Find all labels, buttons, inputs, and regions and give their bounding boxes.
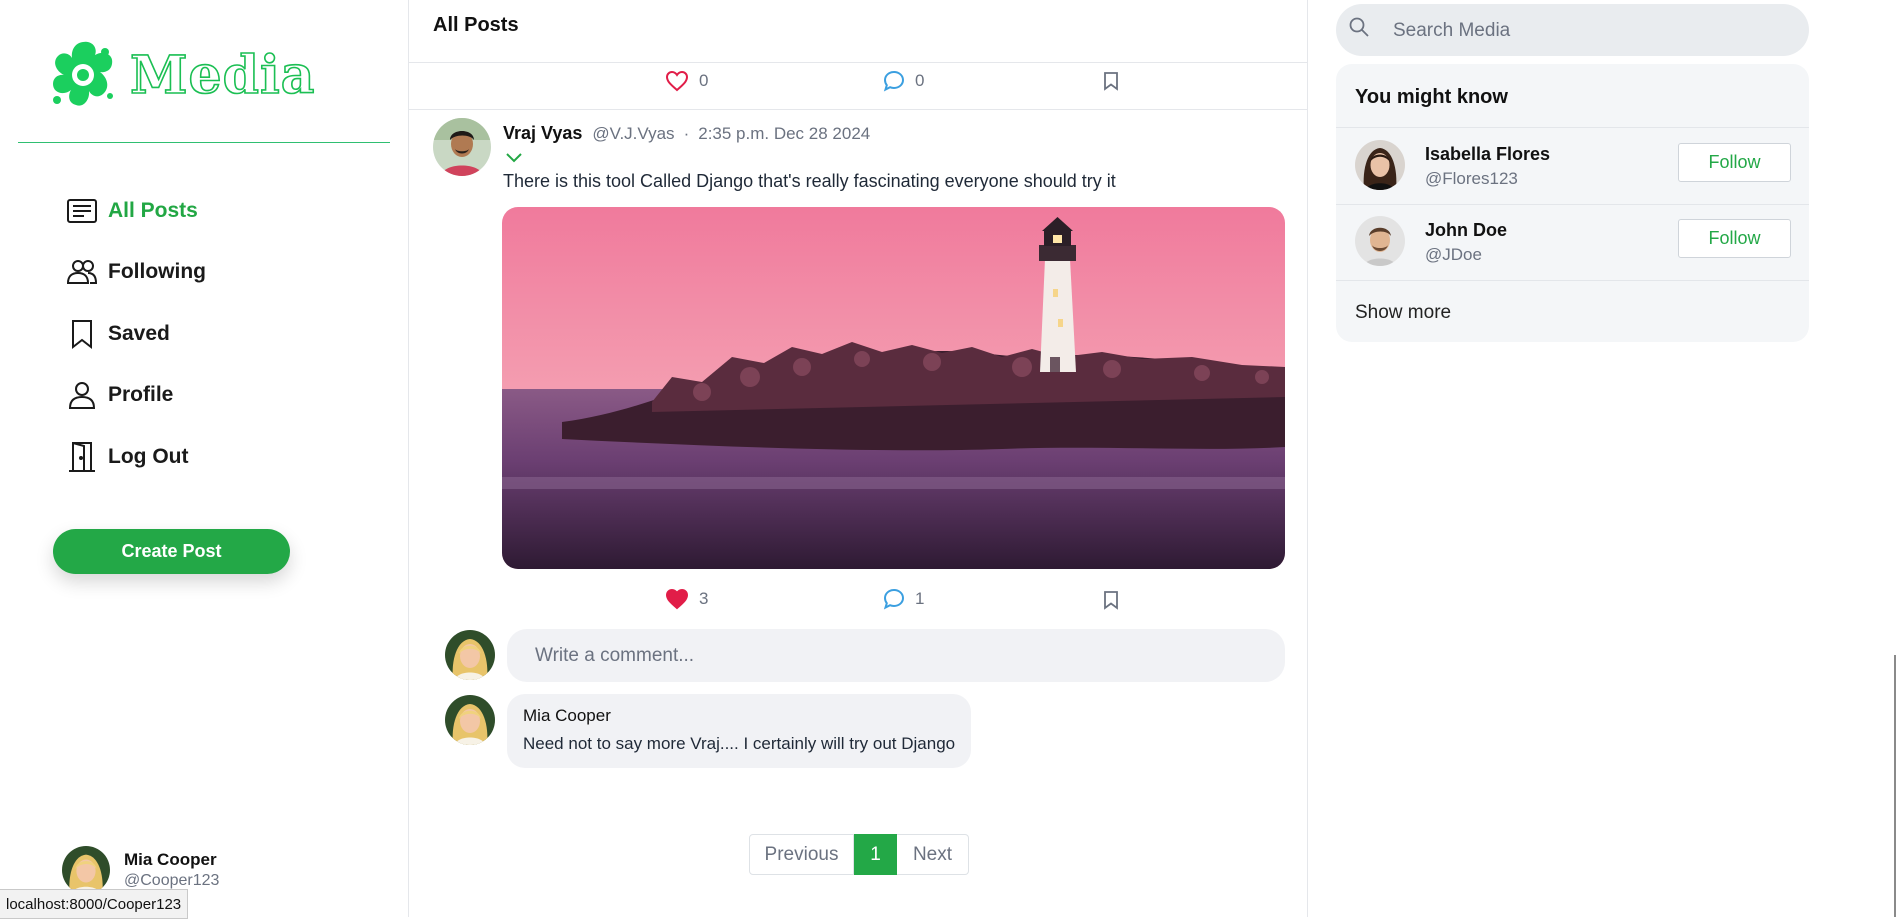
follow-button[interactable]: Follow xyxy=(1678,219,1791,258)
pagination: Previous 1 Next xyxy=(749,834,969,875)
separator-dot: · xyxy=(683,124,690,143)
bookmark-icon xyxy=(72,319,92,349)
chevron-down-icon[interactable] xyxy=(505,152,523,164)
comment-button[interactable]: 0 xyxy=(883,70,924,92)
suggestion-name[interactable]: John Doe xyxy=(1425,220,1507,241)
left-sidebar: Media All Posts Following Saved Profile … xyxy=(0,0,408,917)
current-user-handle: @Cooper123 xyxy=(124,872,220,889)
post-timestamp: 2:35 p.m. Dec 28 2024 xyxy=(698,124,871,143)
comment-author-avatar[interactable] xyxy=(445,695,495,745)
heart-outline-icon xyxy=(665,70,689,92)
current-user-name: Mia Cooper xyxy=(124,850,217,869)
user-icon xyxy=(68,382,96,410)
comment-input[interactable] xyxy=(507,629,1285,682)
sidebar-item-profile[interactable]: Profile xyxy=(66,365,206,427)
post-author-avatar[interactable] xyxy=(433,118,491,176)
post-header: Vraj Vyas @V.J.Vyas · 2:35 p.m. Dec 28 2… xyxy=(503,123,870,144)
comment-bubble-icon xyxy=(883,70,905,92)
comment-bubble-icon xyxy=(883,588,905,610)
post-author-handle[interactable]: @V.J.Vyas xyxy=(592,124,674,144)
post-image[interactable] xyxy=(502,207,1285,569)
save-post-button[interactable] xyxy=(1103,71,1129,91)
current-page-number[interactable]: 1 xyxy=(854,834,897,875)
divider xyxy=(1336,127,1809,128)
sidebar-item-saved[interactable]: Saved xyxy=(66,303,206,365)
sidebar-item-all-posts[interactable]: All Posts xyxy=(66,180,206,242)
avatar[interactable] xyxy=(1355,140,1405,190)
you-might-know-panel: You might know Isabella Flores @Flores12… xyxy=(1336,64,1809,342)
avatar[interactable] xyxy=(1355,216,1405,266)
search-bar xyxy=(1336,4,1809,58)
like-button[interactable]: 3 xyxy=(665,588,708,610)
sidebar-item-label: Following xyxy=(108,260,206,284)
heart-filled-icon xyxy=(665,588,689,610)
next-page-button[interactable]: Next xyxy=(897,834,969,875)
users-icon xyxy=(66,260,98,285)
comment-button[interactable]: 1 xyxy=(883,588,924,610)
divider xyxy=(409,109,1307,110)
door-icon xyxy=(69,441,95,472)
comment-text: Need not to say more Vraj.... I certainl… xyxy=(523,734,956,753)
sidebar-nav: All Posts Following Saved Profile Log Ou… xyxy=(66,180,206,488)
comment-author-name[interactable]: Mia Cooper xyxy=(523,706,955,726)
divider xyxy=(409,62,1307,63)
browser-status-url: localhost:8000/Cooper123 xyxy=(0,889,189,919)
show-more-link[interactable]: Show more xyxy=(1355,302,1451,324)
post-author-name[interactable]: Vraj Vyas xyxy=(503,123,582,144)
sidebar-item-label: All Posts xyxy=(108,198,198,222)
like-count: 0 xyxy=(699,71,709,90)
commenter-avatar xyxy=(445,630,495,680)
main-feed: All Posts 0 0 Vraj Vyas @V.J.Vyas · 2:35… xyxy=(408,0,1308,917)
suggestion-handle: @Flores123 xyxy=(1425,169,1518,188)
current-user-card[interactable]: Mia Cooper @Cooper123 xyxy=(62,846,219,894)
like-count: 3 xyxy=(699,589,709,608)
comment-count: 0 xyxy=(915,71,925,90)
list-icon xyxy=(67,198,97,223)
app-name: Media xyxy=(129,44,316,107)
search-input[interactable] xyxy=(1391,4,1795,58)
previous-page-button[interactable]: Previous xyxy=(749,834,854,875)
sidebar-item-log-out[interactable]: Log Out xyxy=(66,426,206,488)
comment-count: 1 xyxy=(915,589,925,608)
create-post-button[interactable]: Create Post xyxy=(53,529,290,574)
like-button[interactable]: 0 xyxy=(665,70,708,92)
search-icon xyxy=(1349,17,1369,37)
suggestion-item: Isabella Flores @Flores123 Follow xyxy=(1355,140,1791,192)
post-text: There is this tool Called Django that's … xyxy=(503,171,1116,191)
suggestion-handle: @JDoe xyxy=(1425,245,1482,264)
sidebar-item-label: Saved xyxy=(108,321,170,345)
follow-button[interactable]: Follow xyxy=(1678,143,1791,182)
sidebar-item-label: Log Out xyxy=(108,444,189,468)
sidebar-item-following[interactable]: Following xyxy=(66,242,206,304)
suggestion-item: John Doe @JDoe Follow xyxy=(1355,216,1791,268)
panel-title: You might know xyxy=(1355,86,1508,108)
avatar xyxy=(62,846,110,894)
bookmark-icon xyxy=(1104,72,1118,91)
save-post-button[interactable] xyxy=(1103,590,1129,610)
divider xyxy=(1336,204,1809,205)
sidebar-item-label: Profile xyxy=(108,383,174,407)
divider xyxy=(1336,280,1809,281)
bookmark-icon xyxy=(1104,591,1118,610)
page-title: All Posts xyxy=(433,14,519,36)
logo-blob-icon xyxy=(53,41,113,106)
comment-bubble: Mia Cooper Need not to say more Vraj....… xyxy=(507,694,972,768)
suggestion-name[interactable]: Isabella Flores xyxy=(1425,144,1550,165)
app-logo[interactable]: Media xyxy=(48,38,315,112)
sidebar-divider xyxy=(18,142,390,143)
